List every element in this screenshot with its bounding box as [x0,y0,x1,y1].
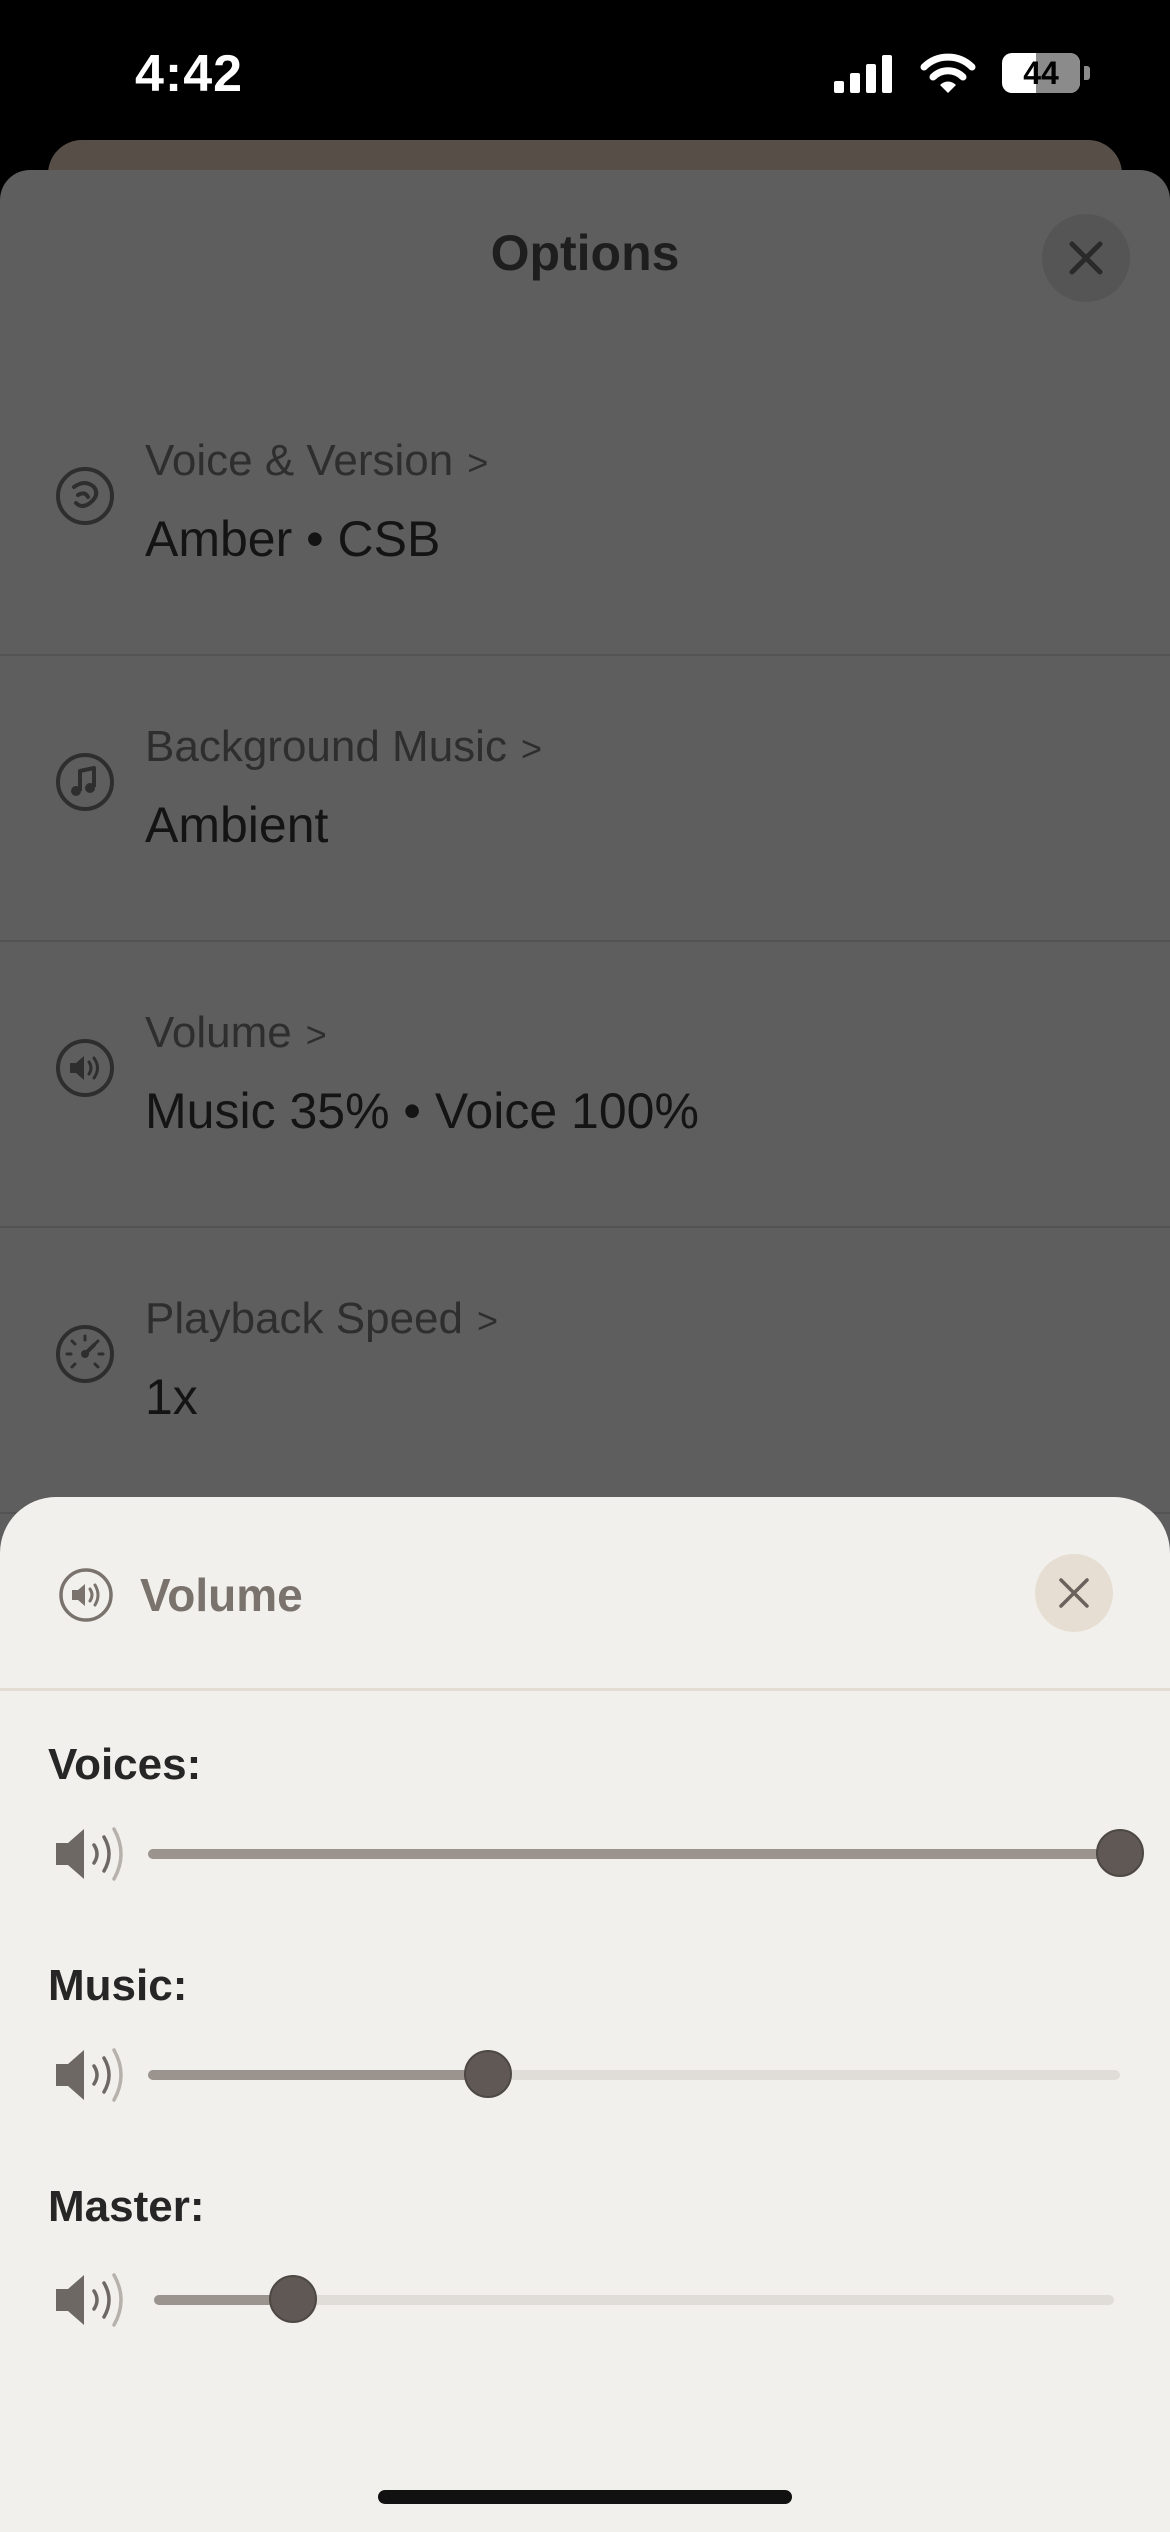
speaker-icon [56,1039,114,1097]
master-slider[interactable] [154,2275,1114,2323]
status-time: 4:42 [135,45,244,103]
music-note-icon [56,753,114,811]
option-value: Music 35% • Voice 100% [145,1083,699,1139]
speaker-volume-icon [56,1827,123,1881]
volume-title: Volume [140,1569,303,1621]
home-indicator[interactable] [378,2490,792,2504]
option-row-volume[interactable]: Volume > Music 35% • Voice 100% [0,942,1170,1228]
voices-slider[interactable] [148,1829,1144,1877]
option-value: 1x [145,1369,198,1425]
speaker-volume-icon [56,2048,123,2102]
option-label: Volume > [145,1008,327,1057]
status-icons: 44 [834,52,1090,94]
master-slider-thumb[interactable] [269,2275,318,2323]
chevron-right-icon: > [305,1014,327,1055]
status-bar: 4:42 44 [0,0,1170,150]
music-slider-thumb[interactable] [464,2050,513,2098]
options-title: Options [490,225,680,281]
chevron-right-icon: > [520,728,542,769]
music-label: Music: [48,1961,188,2010]
speaker-icon [59,1568,113,1622]
chevron-right-icon: > [477,1300,499,1341]
option-value: Ambient [145,797,329,853]
battery-icon: 44 [1002,53,1080,93]
voices-label: Voices: [48,1740,202,1789]
chevron-right-icon: > [467,442,489,483]
close-icon [1069,241,1103,275]
option-row-voice-version[interactable]: Voice & Version > Amber • CSB [0,370,1170,656]
voices-slider-thumb[interactable] [1096,1829,1144,1877]
volume-sheet: Volume Voices: Music: Master: [0,1497,1170,2532]
music-slider[interactable] [148,2050,1120,2098]
close-icon [1059,1578,1089,1608]
voice-icon [56,467,114,525]
speaker-volume-icon [56,2273,123,2327]
battery-nub [1084,66,1090,80]
volume-divider [0,1688,1170,1691]
cellular-signal-icon [834,55,892,93]
option-row-playback-speed[interactable]: Playback Speed > 1x [0,1228,1170,1514]
battery-level: 44 [1023,55,1059,91]
option-label: Background Music > [145,722,542,771]
wifi-icon [920,53,976,93]
option-label: Playback Speed > [145,1294,499,1343]
options-close-button[interactable] [1042,214,1130,302]
master-label: Master: [48,2182,205,2231]
option-label: Voice & Version > [145,436,489,485]
option-row-background-music[interactable]: Background Music > Ambient [0,656,1170,942]
music-slider-fill [148,2070,489,2080]
voices-slider-fill [148,1849,1120,1859]
speedometer-icon [56,1325,114,1383]
option-value: Amber • CSB [145,511,441,567]
volume-close-button[interactable] [1035,1554,1113,1632]
